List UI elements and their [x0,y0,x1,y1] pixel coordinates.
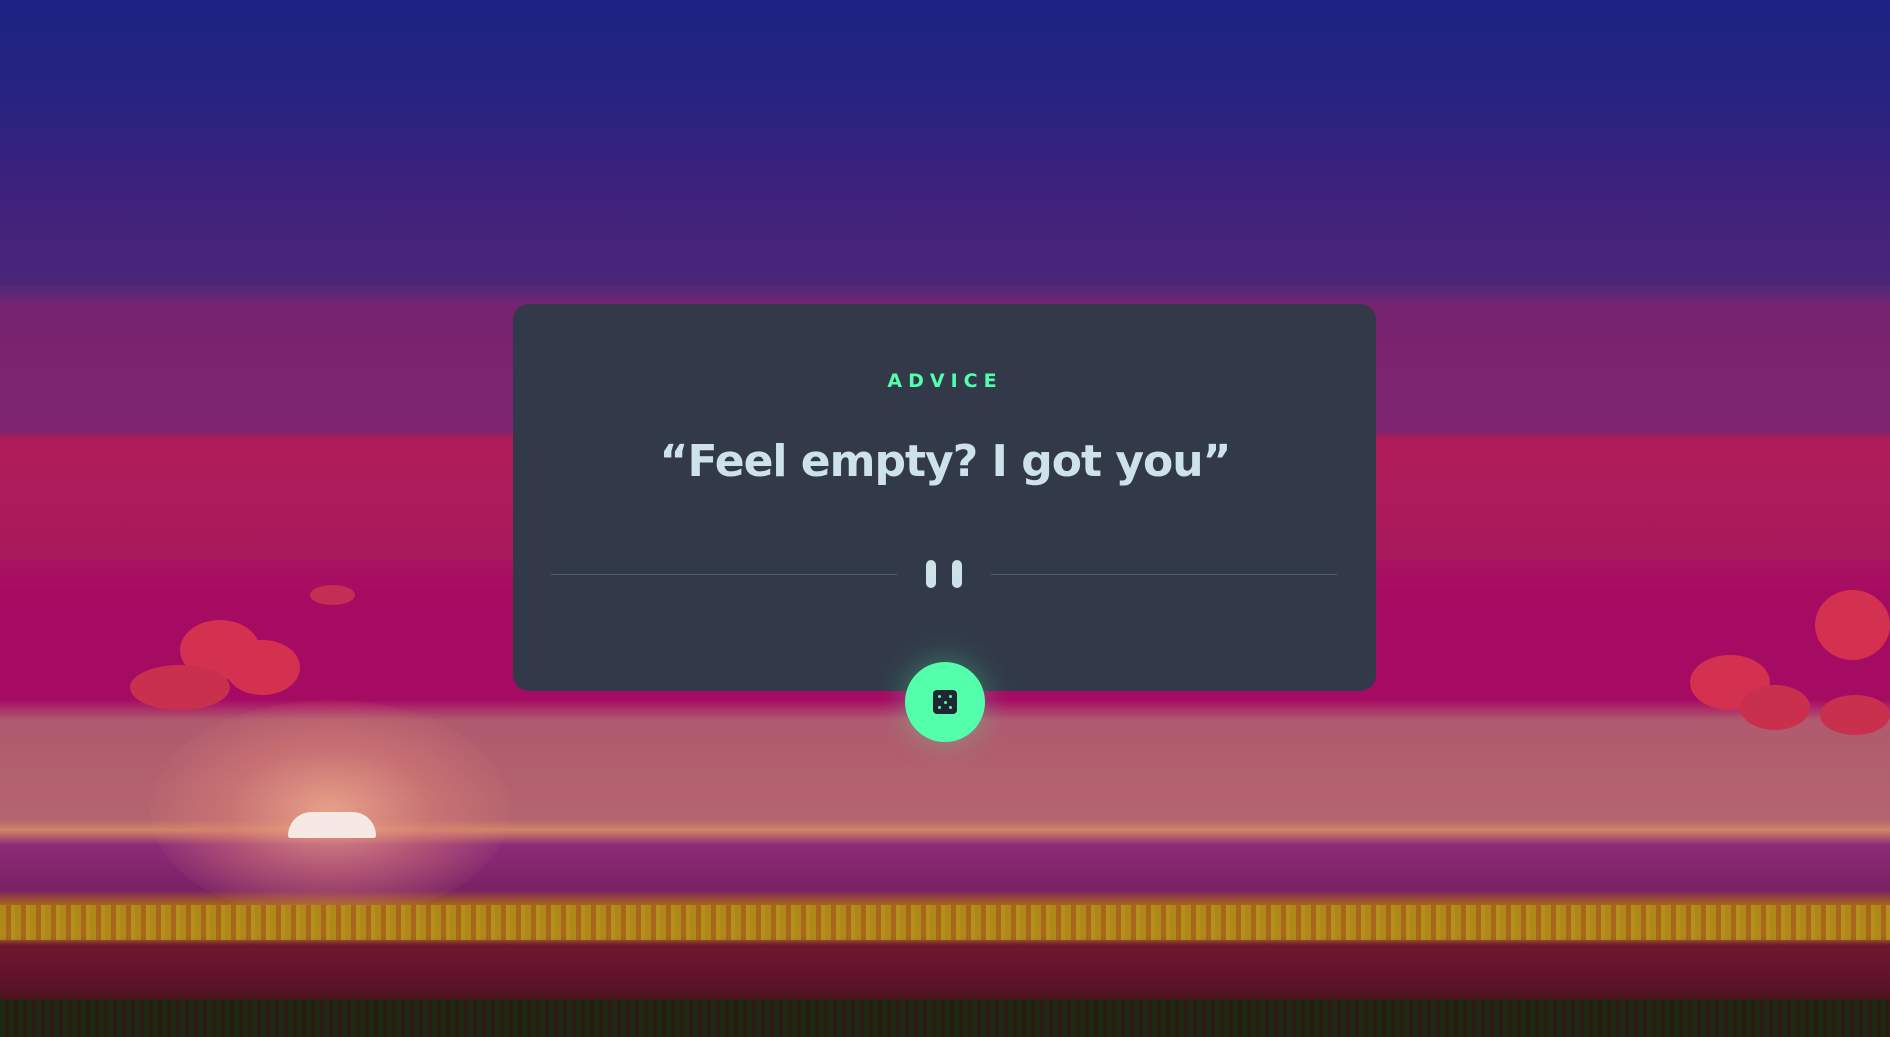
divider-line-left [551,574,897,575]
sun [288,812,376,838]
divider-line-right [991,574,1337,575]
advice-label: ADVICE [887,370,1003,392]
advice-card [513,304,1376,691]
advice-quote: “Feel empty? I got you” [659,436,1232,487]
generate-advice-button[interactable] [905,662,985,742]
dice-icon [933,690,957,714]
sun-glow [150,700,510,920]
